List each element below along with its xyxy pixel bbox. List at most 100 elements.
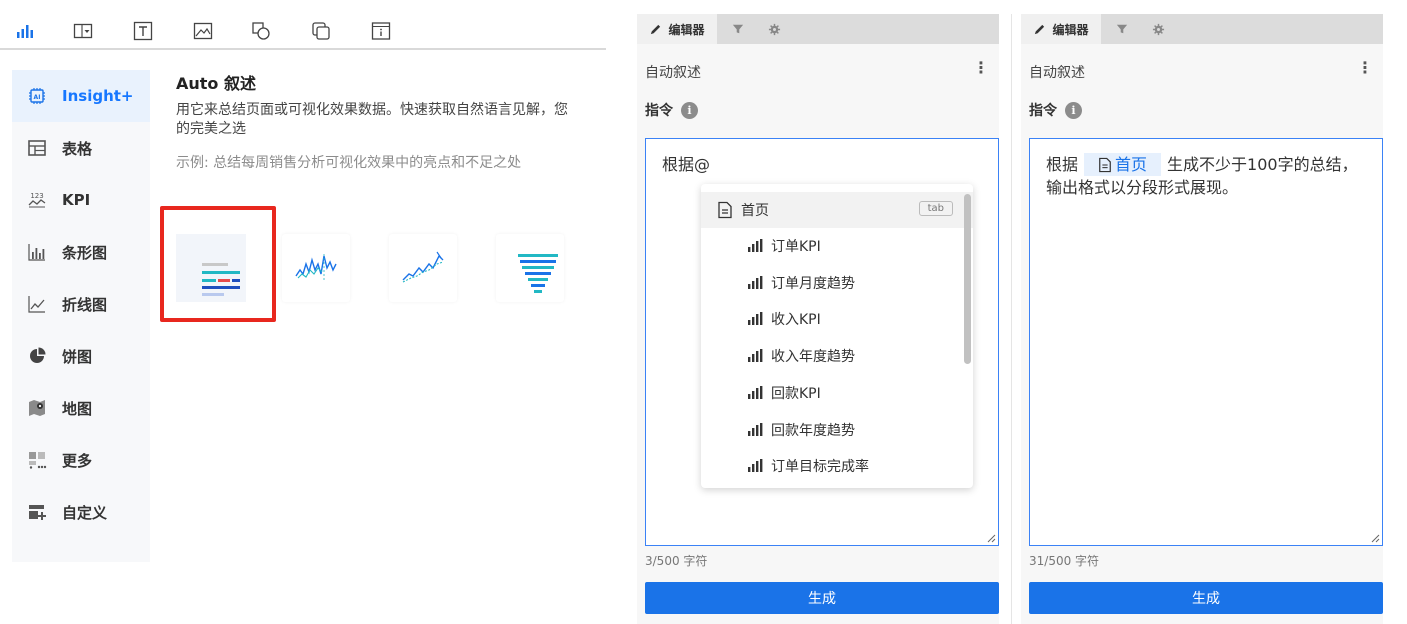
dropdown-item-visual[interactable]: 收入KPI bbox=[701, 301, 973, 337]
dropdown-item-visual[interactable]: 订单月度趋势 bbox=[701, 265, 973, 301]
more-options-icon[interactable]: ⋮ bbox=[1357, 60, 1373, 76]
text-box-icon[interactable] bbox=[132, 20, 154, 42]
bar-chart-icon bbox=[748, 423, 763, 436]
dropdown-item-page[interactable]: 首页 tab bbox=[701, 192, 973, 228]
mention-label: 首页 bbox=[1115, 155, 1148, 174]
visual-description: 用它来总结页面或可视化效果数据。快速获取自然语言见解，您的完美之选 bbox=[176, 102, 568, 137]
instruction-text: 根据@ bbox=[662, 155, 711, 174]
ai-chip-icon: AI bbox=[26, 85, 48, 107]
visual-title: Auto 叙述 bbox=[176, 74, 256, 93]
sidebar-item-more[interactable]: 更多 bbox=[12, 434, 150, 486]
trend-line-thumbnail[interactable] bbox=[389, 234, 457, 302]
sidebar-item-bar-chart[interactable]: 条形图 bbox=[12, 226, 150, 278]
selected-thumbnail-frame[interactable] bbox=[160, 206, 276, 322]
image-icon[interactable] bbox=[192, 20, 214, 42]
bar-chart-icon bbox=[26, 241, 48, 263]
sidebar-item-label: 地图 bbox=[62, 399, 93, 418]
page-icon bbox=[1099, 157, 1111, 172]
sidebar-item-insight[interactable]: AI Insight+ bbox=[12, 70, 150, 122]
tab-shortcut-badge: tab bbox=[918, 201, 953, 216]
generate-button[interactable]: 生成 bbox=[645, 582, 999, 614]
instruction-text-before: 根据 bbox=[1046, 155, 1079, 174]
gear-icon bbox=[768, 23, 780, 35]
dropdown-item-label: 回款年度趋势 bbox=[771, 423, 855, 439]
page-mention-chip[interactable]: 首页 bbox=[1084, 153, 1162, 176]
dropdown-item-label: 收入年度趋势 bbox=[771, 349, 855, 365]
bar-chart-icon bbox=[748, 386, 763, 399]
instruction-header: 指令 i bbox=[645, 100, 698, 120]
instruction-label: 指令 bbox=[1029, 103, 1057, 119]
dropdown-item-label: 订单目标完成率 bbox=[771, 459, 869, 475]
dropdown-item-label: 订单KPI bbox=[771, 239, 821, 255]
funnel-bars-icon bbox=[518, 254, 558, 293]
spike-line-thumbnail[interactable] bbox=[282, 234, 350, 302]
instruction-input[interactable]: 根据 首页 生成不少于100字的总结，输出格式以分段形式展现。 bbox=[1029, 138, 1383, 546]
dropdown-item-visual[interactable]: 回款KPI bbox=[701, 375, 973, 411]
generate-button[interactable]: 生成 bbox=[1029, 582, 1383, 614]
sidebar-item-kpi[interactable]: 123 KPI bbox=[12, 174, 150, 226]
bar-chart-icon bbox=[748, 276, 763, 289]
instruction-label: 指令 bbox=[645, 103, 673, 119]
bar-chart-icon bbox=[748, 459, 763, 472]
page-icon bbox=[718, 201, 732, 219]
dropdown-item-label: 收入KPI bbox=[771, 312, 821, 328]
filter-icon bbox=[732, 24, 744, 34]
dropdown-item-visual[interactable]: 订单目标完成率 bbox=[701, 448, 973, 484]
info-icon[interactable]: i bbox=[1065, 101, 1082, 119]
auto-narrative-thumbnail[interactable] bbox=[176, 234, 246, 302]
funnel-thumbnail[interactable] bbox=[496, 234, 564, 302]
pencil-icon bbox=[651, 24, 661, 34]
mention-dropdown: 首页 tab 订单KPI 订单月度趋势 收入KPI 收入年度趋势 回款KPI 回… bbox=[701, 184, 973, 488]
svg-text:AI: AI bbox=[34, 94, 41, 101]
sidebar-item-label: 更多 bbox=[62, 451, 93, 470]
dropdown-item-label: 首页 bbox=[741, 203, 769, 219]
dropdown-item-visual[interactable]: 收入年度趋势 bbox=[701, 338, 973, 374]
sidebar-item-label: 折线图 bbox=[62, 295, 108, 314]
editor-tabs: 编辑器 bbox=[1021, 14, 1383, 44]
more-grid-icon bbox=[26, 449, 48, 471]
sidebar-item-custom[interactable]: 自定义 bbox=[12, 486, 150, 538]
narrative-editor-panel-filled: 编辑器 自动叙述 ⋮ 指令 i 根据 首页 生成不少于100字的总结，输出格式以分段… bbox=[1021, 14, 1383, 624]
duplicate-icon[interactable] bbox=[310, 20, 332, 42]
narrative-lines-icon bbox=[202, 263, 240, 296]
editor-visual-title: 自动叙述 bbox=[645, 65, 701, 81]
dropdown-box-icon[interactable] bbox=[72, 20, 94, 42]
tab-settings[interactable] bbox=[757, 14, 791, 44]
shapes-icon[interactable] bbox=[250, 20, 272, 42]
tab-filter[interactable] bbox=[1105, 14, 1139, 44]
narrative-editor-panel-empty: 编辑器 自动叙述 ⋮ 指令 i 根据@ 首页 tab 订单KPI 订单月度趋势 … bbox=[637, 14, 999, 624]
info-card-icon[interactable] bbox=[370, 20, 392, 42]
tab-editor[interactable]: 编辑器 bbox=[1021, 14, 1101, 44]
bar-chart-icon bbox=[748, 239, 763, 252]
resize-handle-icon[interactable] bbox=[1370, 533, 1380, 543]
tab-editor-label: 编辑器 bbox=[668, 22, 705, 37]
kpi-icon: 123 bbox=[26, 189, 48, 211]
sidebar-item-label: 条形图 bbox=[62, 243, 108, 262]
visual-picker-panel: AI Insight+ 表格 123 KPI 条形图 折线图 饼图 地图 更多 … bbox=[0, 0, 610, 624]
bar-chart-icon[interactable] bbox=[14, 20, 36, 42]
insert-toolbar bbox=[0, 14, 606, 50]
dropdown-item-visual[interactable]: 回款年度趋势 bbox=[701, 412, 973, 448]
visual-thumbnails bbox=[160, 206, 600, 322]
resize-handle-icon[interactable] bbox=[986, 533, 996, 543]
dropdown-scrollbar[interactable] bbox=[964, 194, 971, 364]
sidebar-item-table[interactable]: 表格 bbox=[12, 122, 150, 174]
instruction-header: 指令 i bbox=[1029, 100, 1082, 120]
char-count: 31/500 字符 bbox=[1029, 554, 1100, 568]
tab-settings[interactable] bbox=[1141, 14, 1175, 44]
sidebar-item-pie-chart[interactable]: 饼图 bbox=[12, 330, 150, 382]
tab-filter[interactable] bbox=[721, 14, 755, 44]
svg-text:123: 123 bbox=[30, 192, 43, 200]
map-icon bbox=[26, 397, 48, 419]
dropdown-item-label: 订单月度趋势 bbox=[771, 276, 855, 292]
bar-chart-icon bbox=[748, 349, 763, 362]
more-options-icon[interactable]: ⋮ bbox=[973, 60, 989, 76]
info-icon[interactable]: i bbox=[681, 101, 698, 119]
custom-add-icon bbox=[26, 501, 48, 523]
spike-line-icon bbox=[295, 254, 337, 282]
pie-chart-icon bbox=[26, 345, 48, 367]
tab-editor[interactable]: 编辑器 bbox=[637, 14, 717, 44]
dropdown-item-visual[interactable]: 订单KPI bbox=[701, 228, 973, 264]
sidebar-item-map[interactable]: 地图 bbox=[12, 382, 150, 434]
sidebar-item-line-chart[interactable]: 折线图 bbox=[12, 278, 150, 330]
